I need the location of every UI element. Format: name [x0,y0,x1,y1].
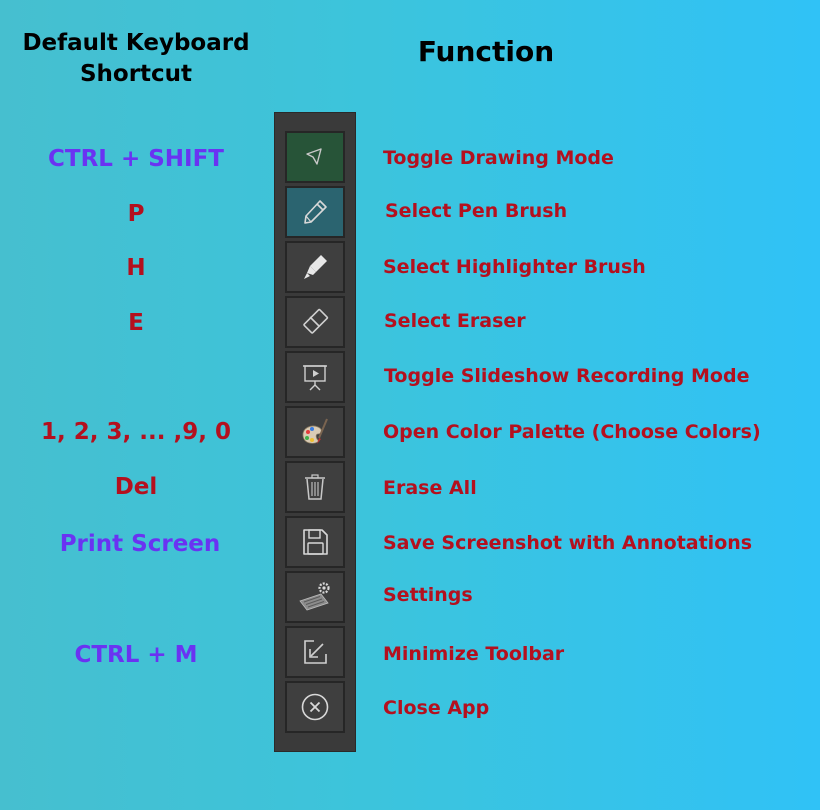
shortcut-column-header: Default Keyboard Shortcut [22,30,250,87]
presentation-icon [303,365,327,391]
shortcut-save-screenshot: Print Screen [59,531,221,557]
function-column-header: Function [417,35,555,68]
erase-all-button[interactable] [285,461,345,513]
function-slideshow: Toggle Slideshow Recording Mode [384,365,750,387]
function-toggle-drawing: Toggle Drawing Mode [383,147,614,169]
close-app-button[interactable] [285,681,345,733]
shortcut-eraser: E [128,310,144,336]
eraser-icon [303,308,329,334]
highlighter-brush-button[interactable] [285,241,345,293]
save-screenshot-button[interactable] [285,516,345,568]
cursor-arrow-icon [306,148,322,165]
shortcut-minimize: CTRL + M [74,642,198,668]
slideshow-recording-button[interactable] [285,351,345,403]
function-highlighter: Select Highlighter Brush [383,256,646,278]
close-icon [301,693,329,721]
minimize-icon [304,640,327,664]
toggle-drawing-button[interactable] [285,131,345,183]
shortcut-toggle-drawing: CTRL + SHIFT [48,146,224,172]
shortcut-pen: P [127,201,145,227]
function-close: Close App [383,697,490,719]
function-save-screenshot: Save Screenshot with Annotations [383,532,753,554]
pen-brush-button[interactable] [285,186,345,238]
function-pen: Select Pen Brush [385,200,568,222]
minimize-toolbar-button[interactable] [285,626,345,678]
highlighter-icon [304,255,327,279]
function-color-palette: Open Color Palette (Choose Colors) [383,421,761,443]
shortcut-highlighter: H [126,255,146,281]
palette-icon [302,418,328,444]
save-icon [303,529,328,555]
color-palette-button[interactable] [285,406,345,458]
function-minimize: Minimize Toolbar [383,643,565,665]
trash-icon [305,474,325,500]
function-settings: Settings [383,584,473,606]
function-erase-all: Erase All [383,477,477,499]
shortcut-color-palette: 1, 2, 3, ... ,9, 0 [41,419,231,445]
annotation-toolbar [274,112,356,752]
keyboard-settings-icon [299,582,330,611]
eraser-button[interactable] [285,296,345,348]
pen-icon [304,200,327,224]
shortcut-erase-all: Del [114,474,158,500]
function-eraser: Select Eraser [384,310,526,332]
settings-button[interactable] [285,571,345,623]
